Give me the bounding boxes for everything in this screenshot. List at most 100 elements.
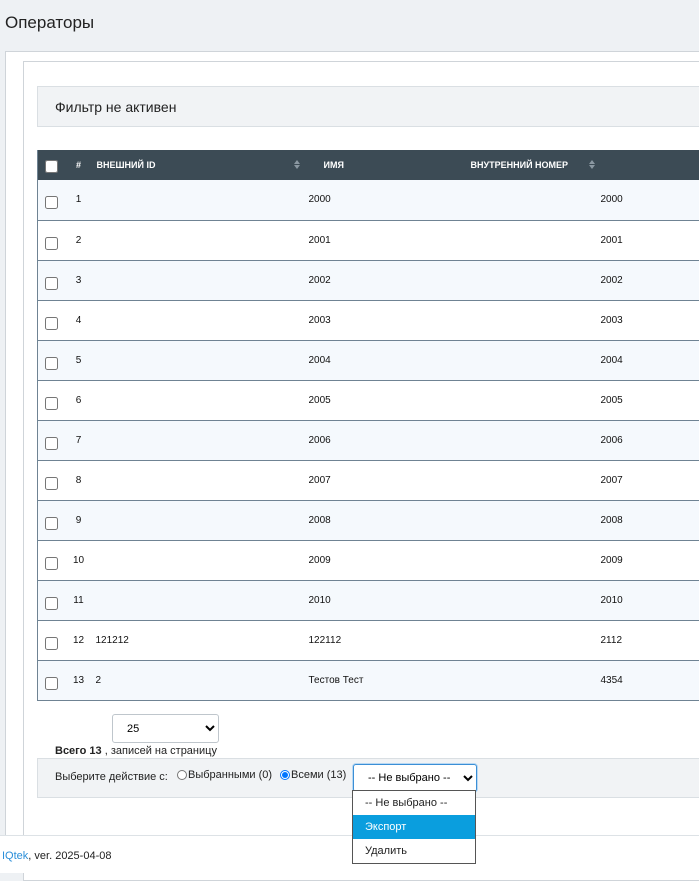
row-checkbox-cell: [38, 220, 66, 260]
cell-num: 5: [66, 340, 92, 380]
select-all-header: [38, 150, 66, 180]
total-prefix: Всего: [55, 745, 89, 757]
cell-name: 2004: [306, 340, 601, 380]
table-row[interactable]: 11 20102010: [38, 580, 699, 620]
cell-name: 2001: [306, 220, 601, 260]
row-checkbox[interactable]: [45, 597, 58, 610]
cell-name: 122112: [306, 620, 601, 660]
row-checkbox[interactable]: [45, 677, 58, 690]
cell-external-id: [92, 180, 306, 220]
row-checkbox-cell: [38, 580, 66, 620]
table-row[interactable]: 120002000: [38, 180, 699, 220]
outer-panel: Фильтр не активен # ВНЕШНИЙ ID ИМЯ: [5, 51, 699, 851]
cell-internal-number: 2007: [601, 460, 699, 500]
row-checkbox-cell: [38, 180, 66, 220]
column-header-num: #: [66, 150, 92, 180]
row-checkbox-cell: [38, 420, 66, 460]
row-checkbox-cell: [38, 260, 66, 300]
dropdown-option-delete[interactable]: Удалить: [353, 839, 475, 863]
row-checkbox-cell: [38, 380, 66, 420]
radio-all-option[interactable]: Всеми (13): [280, 769, 346, 781]
cell-name: 2010: [306, 580, 601, 620]
content-panel: Фильтр не активен # ВНЕШНИЙ ID ИМЯ: [23, 61, 699, 881]
cell-num: 3: [66, 260, 92, 300]
cell-external-id: [92, 220, 306, 260]
cell-external-id: [92, 300, 306, 340]
cell-external-id: 2: [92, 660, 306, 700]
column-header-name-label: ИМЯ: [324, 160, 344, 170]
table-row[interactable]: 2 20012001: [38, 220, 699, 260]
cell-external-id: [92, 260, 306, 300]
row-checkbox[interactable]: [45, 357, 58, 370]
dropdown-option-none[interactable]: -- Не выбрано --: [353, 791, 475, 815]
table-row[interactable]: 520042004: [38, 340, 699, 380]
row-checkbox[interactable]: [45, 277, 58, 290]
per-page-select[interactable]: 25: [112, 714, 219, 743]
select-all-checkbox[interactable]: [45, 160, 58, 173]
cell-num: 9: [66, 500, 92, 540]
footer: IQtek, ver. 2025-04-08: [0, 835, 699, 873]
table-row[interactable]: 132Тестов Тест4354: [38, 660, 699, 700]
cell-name: 2002: [306, 260, 601, 300]
radio-selected-option[interactable]: Выбранными (0): [177, 769, 272, 781]
cell-name: 2005: [306, 380, 601, 420]
table-row[interactable]: 920082008: [38, 500, 699, 540]
cell-num: 6: [66, 380, 92, 420]
cell-internal-number: 2010: [601, 580, 699, 620]
table-row[interactable]: 3 20022002: [38, 260, 699, 300]
table-row[interactable]: 420032003: [38, 300, 699, 340]
filter-status-text: Фильтр не активен: [55, 99, 176, 115]
table-header-row: # ВНЕШНИЙ ID ИМЯ ВНУТРЕННИЙ НОМЕР: [38, 150, 699, 180]
cell-num: 8: [66, 460, 92, 500]
row-checkbox[interactable]: [45, 397, 58, 410]
row-checkbox[interactable]: [45, 557, 58, 570]
sort-icon[interactable]: [589, 160, 595, 170]
action-dropdown-list: -- Не выбрано -- Экспорт Удалить: [352, 790, 476, 864]
row-checkbox[interactable]: [45, 517, 58, 530]
table-row[interactable]: 1020092009: [38, 540, 699, 580]
page-title: Операторы: [5, 13, 94, 33]
radio-all[interactable]: [280, 770, 290, 780]
column-header-external-id[interactable]: ВНЕШНИЙ ID: [92, 150, 306, 180]
cell-num: 4: [66, 300, 92, 340]
row-checkbox[interactable]: [45, 237, 58, 250]
table-row[interactable]: 720062006: [38, 420, 699, 460]
action-select[interactable]: -- Не выбрано --: [353, 764, 477, 792]
column-header-internal-number[interactable]: ВНУТРЕННИЙ НОМЕР: [601, 150, 699, 180]
table-row[interactable]: 121212121221122112: [38, 620, 699, 660]
cell-name: 2006: [306, 420, 601, 460]
cell-num: 2: [66, 220, 92, 260]
version-text: , ver. 2025-04-08: [28, 850, 111, 862]
cell-num: 13: [66, 660, 92, 700]
row-checkbox[interactable]: [45, 317, 58, 330]
filter-status-box[interactable]: Фильтр не активен: [37, 86, 699, 127]
table-row[interactable]: 8 20072007: [38, 460, 699, 500]
operators-table: # ВНЕШНИЙ ID ИМЯ ВНУТРЕННИЙ НОМЕР 120002…: [37, 150, 699, 701]
dropdown-option-export[interactable]: Экспорт: [353, 815, 475, 839]
cell-internal-number: 2002: [601, 260, 699, 300]
total-records: Всего 13 , записей на страницу: [55, 745, 217, 757]
cell-name: Тестов Тест: [306, 660, 601, 700]
cell-internal-number: 2008: [601, 500, 699, 540]
cell-external-id: [92, 580, 306, 620]
row-checkbox[interactable]: [45, 437, 58, 450]
row-checkbox[interactable]: [45, 477, 58, 490]
row-checkbox[interactable]: [45, 196, 58, 209]
row-checkbox[interactable]: [45, 637, 58, 650]
table-row[interactable]: 620052005: [38, 380, 699, 420]
sort-icon[interactable]: [294, 160, 300, 170]
radio-selected-label: Выбранными (0): [188, 769, 272, 781]
total-count: 13: [89, 745, 101, 757]
row-checkbox-cell: [38, 540, 66, 580]
row-checkbox-cell: [38, 460, 66, 500]
cell-internal-number: 2001: [601, 220, 699, 260]
cell-name: 2007: [306, 460, 601, 500]
cell-name: 2009: [306, 540, 601, 580]
cell-internal-number: 2006: [601, 420, 699, 460]
total-suffix: , записей на страницу: [102, 745, 217, 757]
cell-num: 11: [66, 580, 92, 620]
brand-link[interactable]: IQtek: [2, 850, 28, 862]
radio-selected[interactable]: [177, 770, 187, 780]
row-checkbox-cell: [38, 300, 66, 340]
action-label: Выберите действие с:: [55, 771, 168, 783]
